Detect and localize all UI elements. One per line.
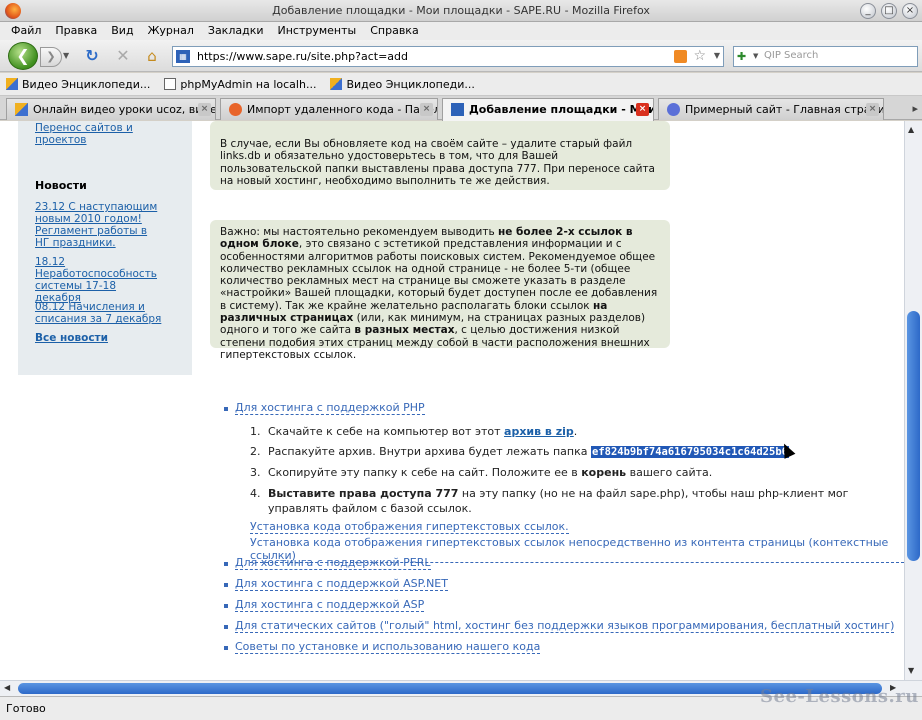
bullet-icon [224, 407, 228, 411]
home-icon[interactable]: ⌂ [143, 47, 161, 65]
bookmarks-toolbar: Видео Энциклопеди... phpMyAdmin на local… [0, 73, 922, 96]
menu-bookmarks[interactable]: Закладки [201, 22, 271, 40]
history-dropdown-icon[interactable]: ▼ [63, 51, 69, 60]
news-item[interactable]: 18.12 Неработоспособность системы 17-18 … [35, 256, 165, 304]
horizontal-scroll-thumb[interactable] [18, 683, 882, 694]
site-favicon-icon: ▦ [176, 50, 190, 63]
news-item[interactable]: 23.12 С наступающим новым 2010 годом! Ре… [35, 201, 163, 249]
tab-scroll-icon[interactable]: ▸ [912, 102, 918, 115]
scroll-down-icon[interactable]: ▼ [908, 666, 914, 675]
bookmark-item[interactable]: Видео Энциклопеди... [6, 78, 150, 91]
maximize-button[interactable]: □ [881, 3, 897, 19]
tab-ucoz-lessons[interactable]: Онлайн видео уроки ucoz, видео у... × [6, 98, 216, 120]
page-content: Перенос сайтов и проектов Новости 23.12 … [0, 121, 904, 680]
php-hosting-link[interactable]: Для хостинга с поддержкой PHP [235, 401, 425, 415]
menu-view[interactable]: Вид [104, 22, 140, 40]
sidebar: Перенос сайтов и проектов Новости 23.12 … [18, 121, 192, 375]
bullet-icon [224, 562, 228, 566]
static-sites-link[interactable]: Для статических сайтов ("голый" html, хо… [235, 619, 895, 633]
perl-hosting-link[interactable]: Для хостинга с поддержкой PERL [235, 556, 431, 570]
step-3: 3. Скопируйте эту папку к себе на сайт. П… [250, 466, 713, 479]
menu-file[interactable]: Файл [4, 22, 48, 40]
window-title: Добавление площадки - Мои площадки - SAP… [272, 4, 650, 17]
page-icon [164, 78, 177, 90]
aspnet-hosting-link[interactable]: Для хостинга с поддержкой ASP.NET [235, 577, 448, 591]
all-news-link[interactable]: Все новости [35, 332, 108, 344]
vertical-scroll-thumb[interactable] [907, 311, 920, 561]
search-engine-icon[interactable]: ✚ [737, 50, 751, 63]
important-note: Важно: мы настоятельно рекомендуем вывод… [210, 220, 670, 361]
url-dropdown-icon[interactable]: ▼ [714, 51, 720, 60]
step-4-line2: управлять файлом с базой ссылок. [268, 502, 472, 515]
search-bar[interactable]: ✚ ▼ QIP Search [733, 46, 918, 67]
tab-bar: Онлайн видео уроки ucoz, видео у... × Им… [0, 96, 922, 121]
site-favicon-icon [451, 103, 464, 116]
close-button[interactable]: × [902, 3, 918, 19]
step-4: 4. Выставите права доступа 777 на эту пап… [250, 487, 849, 500]
tab-close-icon[interactable]: × [866, 103, 879, 116]
menu-bar: Файл Правка Вид Журнал Закладки Инструме… [0, 22, 922, 40]
menu-history[interactable]: Журнал [141, 22, 201, 40]
folder-hash[interactable]: ef824b9bf74a616795034c1c64d25b6 [591, 446, 789, 458]
bullet-icon [224, 604, 228, 608]
url-input[interactable]: https://www.sape.ru/site.php?act=add [197, 50, 408, 63]
menu-tools[interactable]: Инструменты [271, 22, 364, 40]
navigation-toolbar: ❮ ❯ ▼ ↻ ✕ ⌂ ▦ https://www.sape.ru/site.p… [0, 40, 922, 72]
search-input[interactable]: QIP Search [764, 50, 818, 61]
scroll-left-icon[interactable]: ◀ [4, 683, 10, 692]
minimize-button[interactable]: _ [860, 3, 876, 19]
url-bar[interactable]: ▦ https://www.sape.ru/site.php?act=add ☆… [172, 46, 724, 67]
asp-hosting-link[interactable]: Для хостинга с поддержкой ASP [235, 598, 425, 612]
tab-add-site[interactable]: Добавление площадки - Мои ... × [442, 98, 654, 121]
install-links-code-link[interactable]: Установка кода отображения гипертекстовы… [250, 520, 569, 534]
forward-button[interactable]: ❯ [40, 47, 62, 67]
move-sites-link[interactable]: Перенос сайтов и проектов [35, 122, 145, 146]
bookmark-item[interactable]: Видео Энциклопеди... [330, 78, 475, 91]
step-1: 1. Скачайте к себе на компьютер вот этот … [250, 425, 578, 438]
scroll-up-icon[interactable]: ▲ [908, 125, 914, 134]
stop-icon[interactable]: ✕ [114, 47, 132, 65]
zip-archive-link[interactable]: архив в zip [504, 425, 574, 438]
title-bar: Добавление площадки - Мои площадки - SAP… [0, 0, 922, 22]
bookmark-item[interactable]: phpMyAdmin на localh... [164, 78, 316, 91]
install-tips-link[interactable]: Советы по установке и использованию наше… [235, 640, 541, 654]
bullet-icon [224, 625, 228, 629]
bookmark-star-icon[interactable]: ☆ [693, 48, 706, 64]
tab-close-icon[interactable]: × [420, 103, 433, 116]
watermark: See-Lessons.ru [760, 686, 919, 707]
drupal-icon [667, 103, 680, 116]
tab-close-icon[interactable]: × [198, 103, 211, 116]
diamond-icon [229, 103, 242, 116]
news-item[interactable]: 08.12 Начисления и списания за 7 декабря [35, 301, 165, 325]
rss-feed-icon[interactable] [674, 50, 687, 63]
windows-logo-icon [6, 78, 18, 90]
news-heading: Новости [35, 179, 87, 192]
menu-edit[interactable]: Правка [48, 22, 104, 40]
windows-logo-icon [330, 78, 343, 90]
engine-dropdown-icon[interactable]: ▼ [753, 52, 758, 60]
vertical-scrollbar[interactable]: ▲ ▼ [904, 121, 922, 680]
tab-close-icon[interactable]: × [636, 103, 649, 116]
reload-icon[interactable]: ↻ [83, 47, 101, 65]
menu-help[interactable]: Справка [363, 22, 425, 40]
windows-logo-icon [15, 103, 28, 116]
tab-import-code[interactable]: Импорт удаленного кода - Панель ... × [220, 98, 438, 120]
back-button[interactable]: ❮ [8, 42, 38, 70]
tab-sample-site[interactable]: Примерный сайт - Главная страница × [658, 98, 884, 120]
bullet-icon [224, 646, 228, 650]
step-2: 2. Распакуйте архив. Внутри архива будет … [250, 445, 789, 458]
update-note: В случае, если Вы обновляете код на своё… [210, 121, 670, 190]
status-text: Готово [6, 702, 46, 715]
bullet-icon [224, 583, 228, 587]
